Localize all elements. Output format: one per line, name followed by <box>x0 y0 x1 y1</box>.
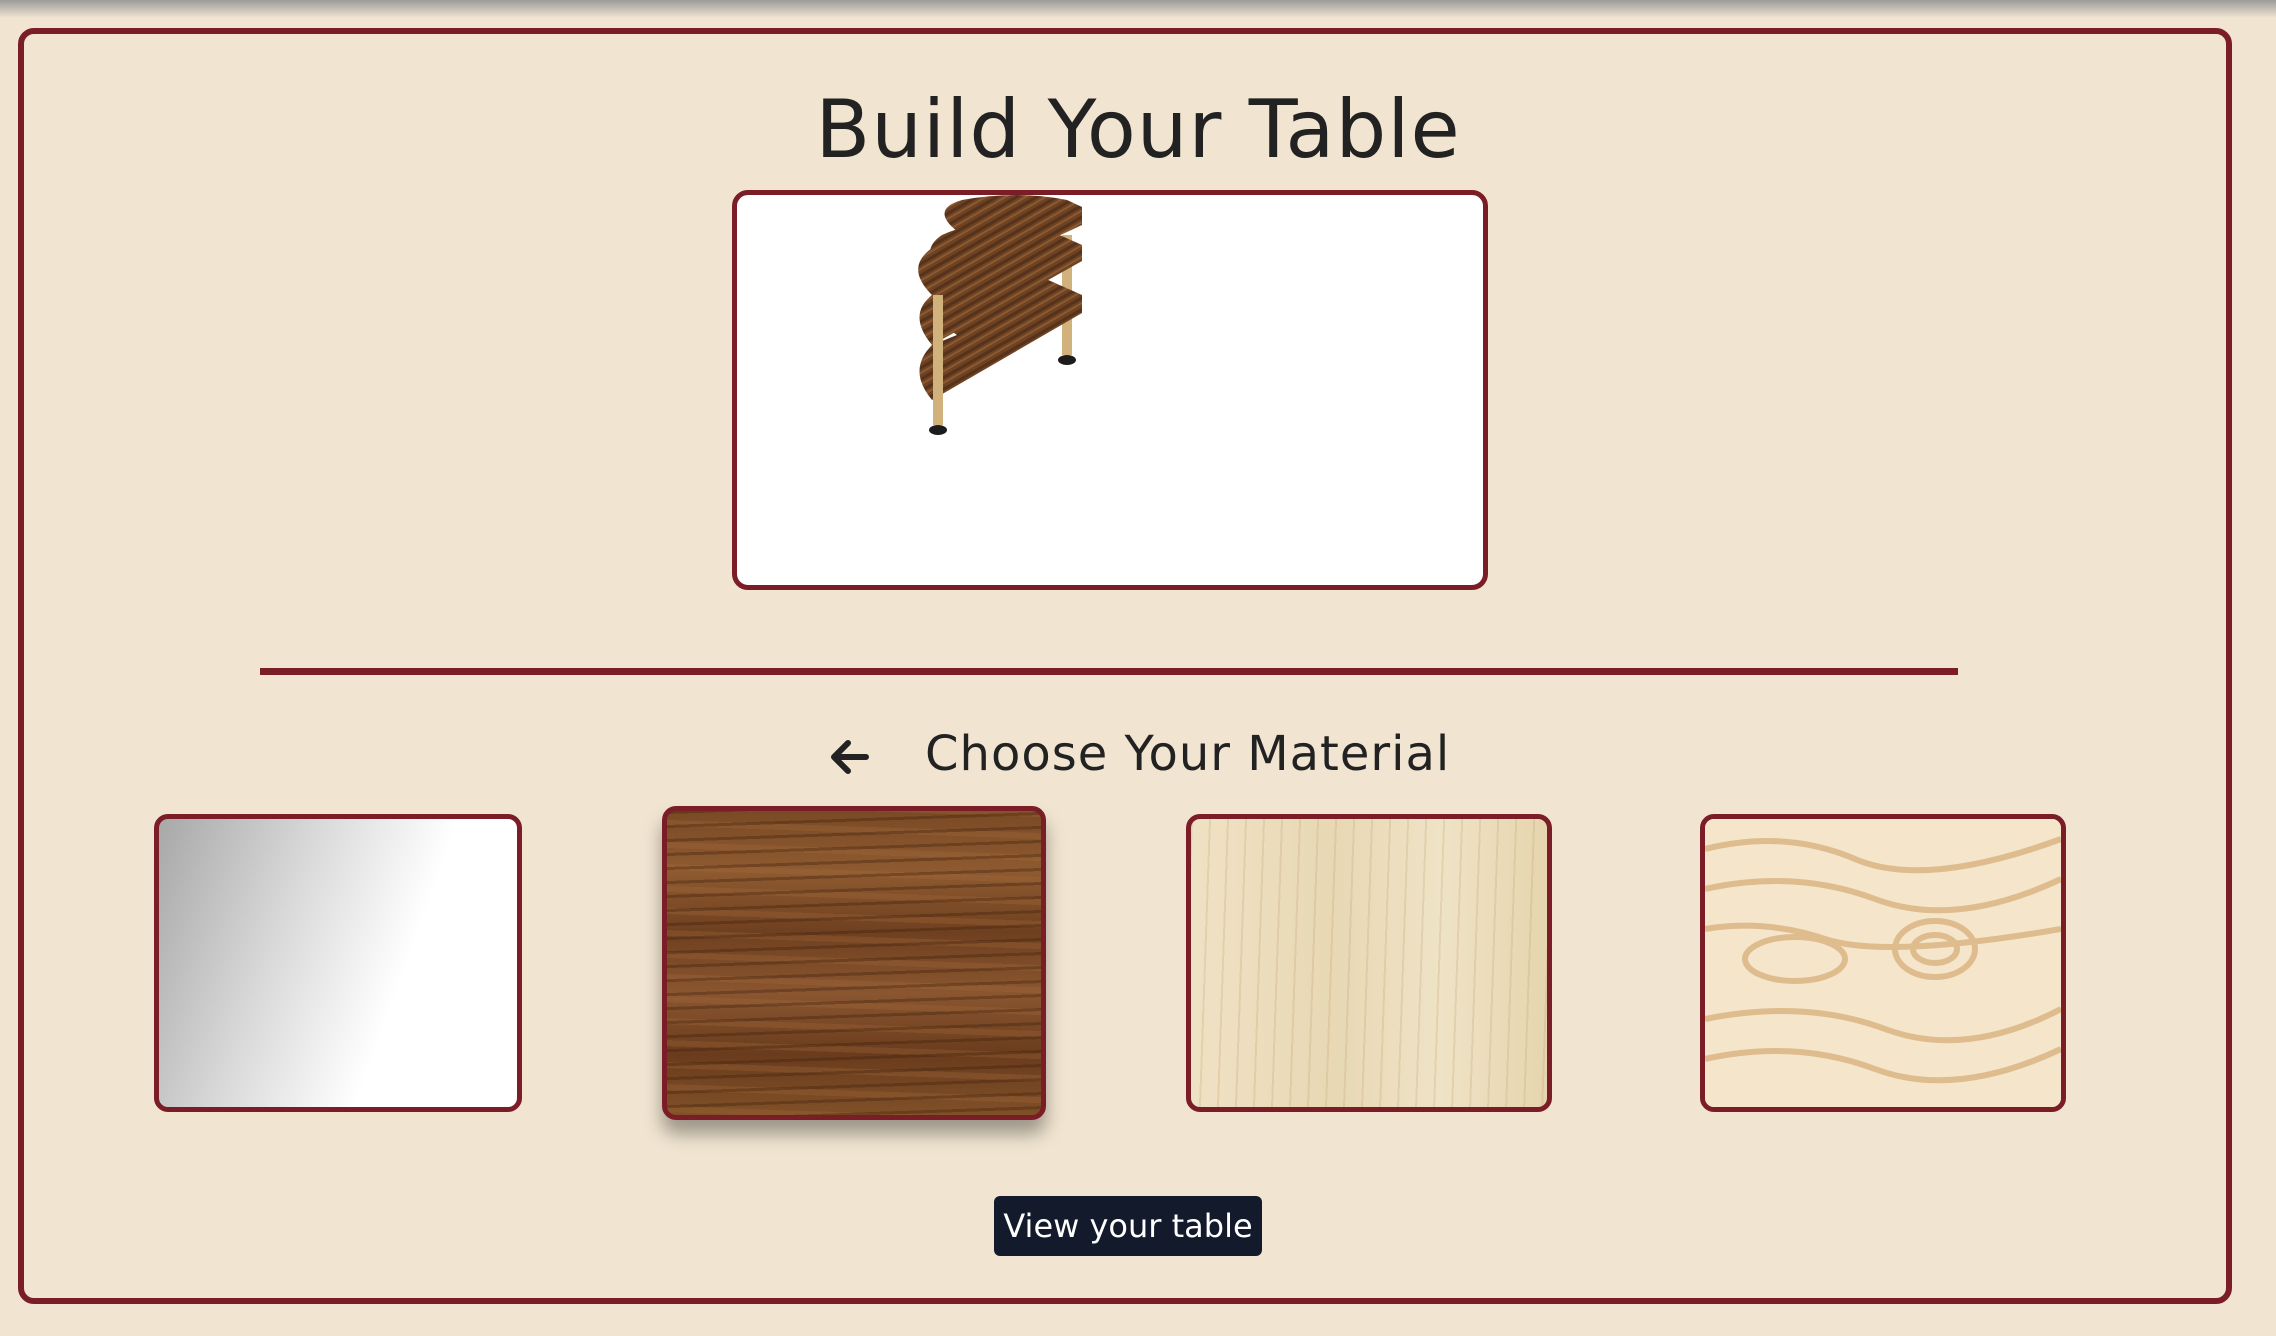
material-swatch-steel[interactable] <box>154 814 522 1112</box>
view-table-button[interactable]: View your table <box>994 1196 1262 1256</box>
arrow-left-icon[interactable] <box>826 730 874 778</box>
table-preview-image <box>918 195 1082 435</box>
section-divider <box>260 668 1958 675</box>
leg-foot <box>929 425 947 435</box>
material-header-label: Choose Your Material <box>925 726 1451 782</box>
material-swatch-walnut[interactable] <box>662 806 1046 1120</box>
material-swatch-maple[interactable] <box>1186 814 1552 1112</box>
page-title: Build Your Table <box>815 83 1461 176</box>
leg-foot <box>1058 355 1076 365</box>
plywood-grain-texture <box>1705 819 2061 1107</box>
material-header: Choose Your Material <box>0 716 2276 786</box>
table-leg <box>933 295 943 425</box>
window-top-shadow <box>0 0 2276 18</box>
table-preview <box>732 190 1488 590</box>
material-swatch-plywood[interactable] <box>1700 814 2066 1112</box>
